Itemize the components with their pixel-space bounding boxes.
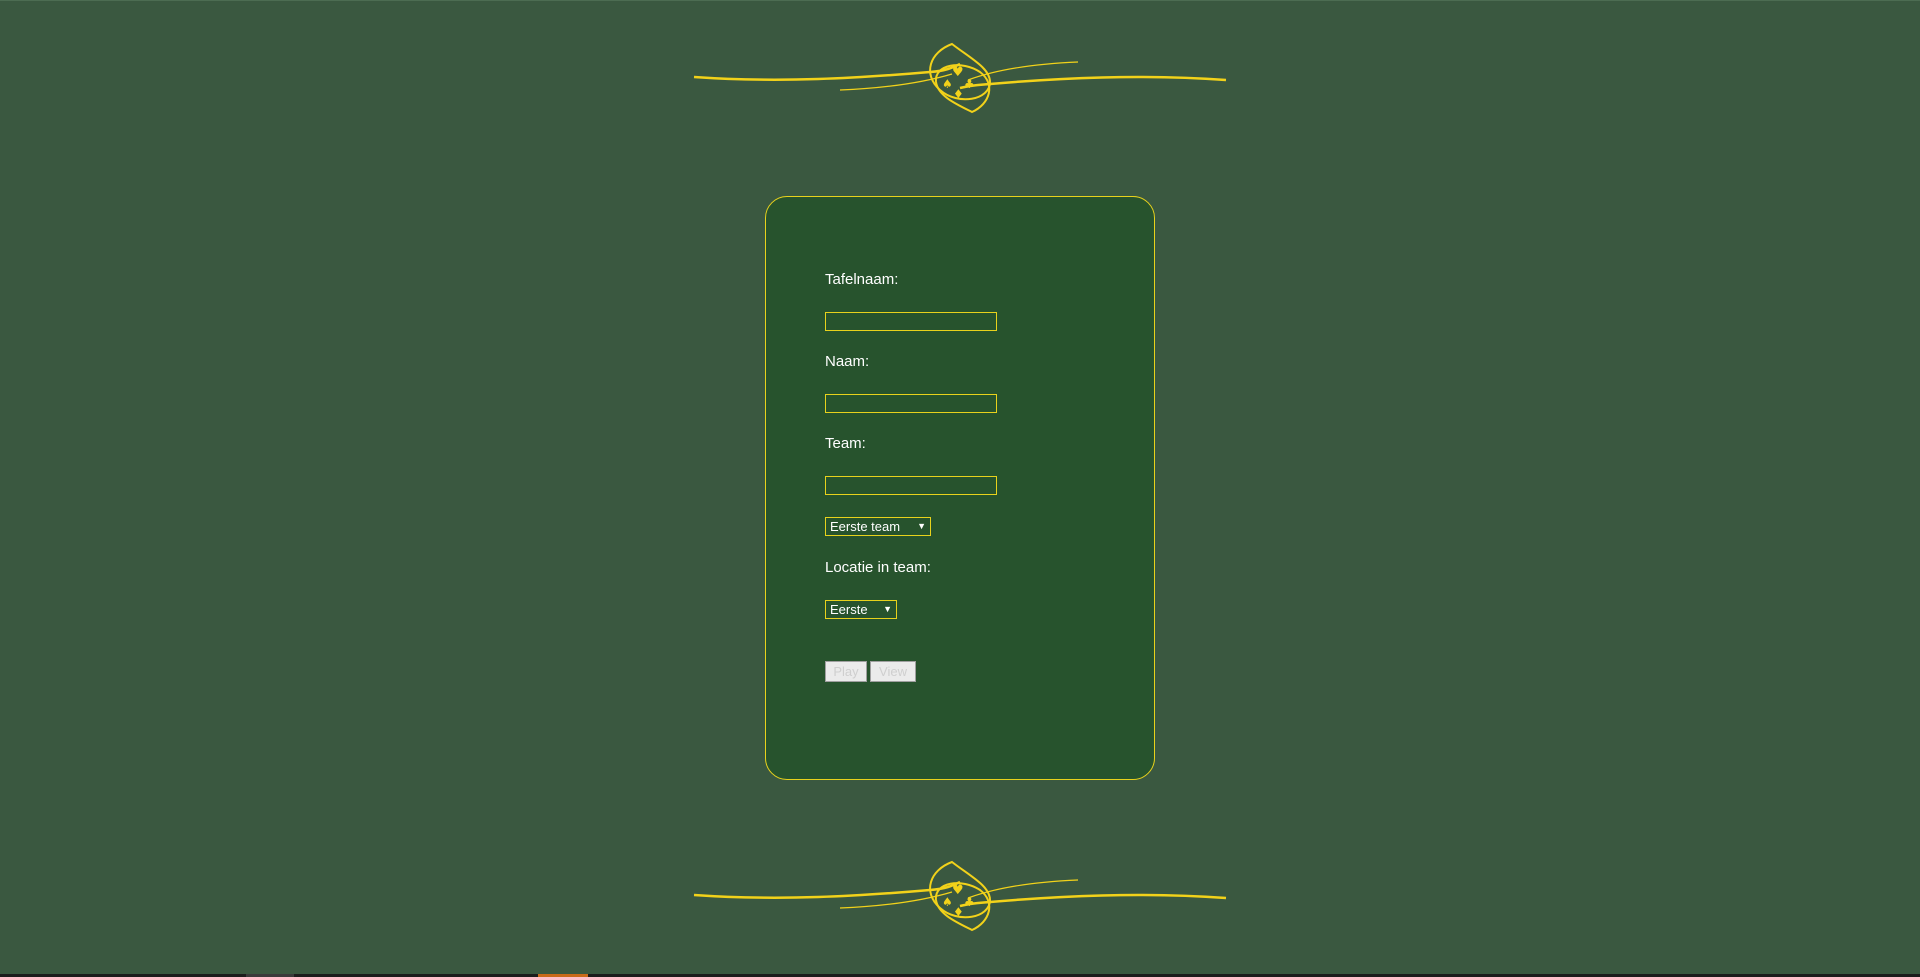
view-button[interactable]: View bbox=[870, 661, 916, 682]
tafelnaam-label: Tafelnaam: bbox=[825, 271, 899, 288]
card-suits-flourish-icon: ♥ ♠ ♣ ♦ bbox=[693, 42, 1227, 114]
team-input[interactable] bbox=[825, 476, 997, 495]
team-select[interactable]: Eerste team ▼ bbox=[825, 517, 931, 536]
play-button[interactable]: Play bbox=[825, 661, 867, 682]
svg-text:♣: ♣ bbox=[964, 895, 975, 909]
locatie-select[interactable]: Eerste ▼ bbox=[825, 600, 897, 619]
team-label: Team: bbox=[825, 435, 866, 452]
svg-text:♥: ♥ bbox=[952, 65, 964, 80]
dropdown-arrow-icon: ▼ bbox=[917, 521, 926, 531]
card-suits-flourish-icon: ♥ ♠ ♣ ♦ bbox=[693, 860, 1227, 932]
top-border bbox=[0, 0, 1920, 1]
naam-label: Naam: bbox=[825, 353, 870, 370]
svg-text:♠: ♠ bbox=[942, 77, 953, 91]
svg-text:♦: ♦ bbox=[953, 905, 964, 919]
locatie-label: Locatie in team: bbox=[825, 559, 931, 576]
team-select-value: Eerste team bbox=[830, 519, 901, 534]
tafelnaam-input[interactable] bbox=[825, 312, 997, 331]
locatie-select-value: Eerste bbox=[830, 602, 868, 617]
svg-text:♦: ♦ bbox=[953, 87, 964, 101]
naam-input[interactable] bbox=[825, 394, 997, 413]
page-background: { "colors": { "background": "#3a5840", "… bbox=[0, 0, 1920, 977]
dropdown-arrow-icon: ▼ bbox=[883, 604, 892, 614]
svg-text:♥: ♥ bbox=[952, 883, 964, 898]
svg-text:♠: ♠ bbox=[942, 895, 953, 909]
login-panel: Tafelnaam: Naam: Team: Eerste team ▼ Loc… bbox=[765, 196, 1155, 780]
svg-text:♣: ♣ bbox=[964, 77, 975, 91]
